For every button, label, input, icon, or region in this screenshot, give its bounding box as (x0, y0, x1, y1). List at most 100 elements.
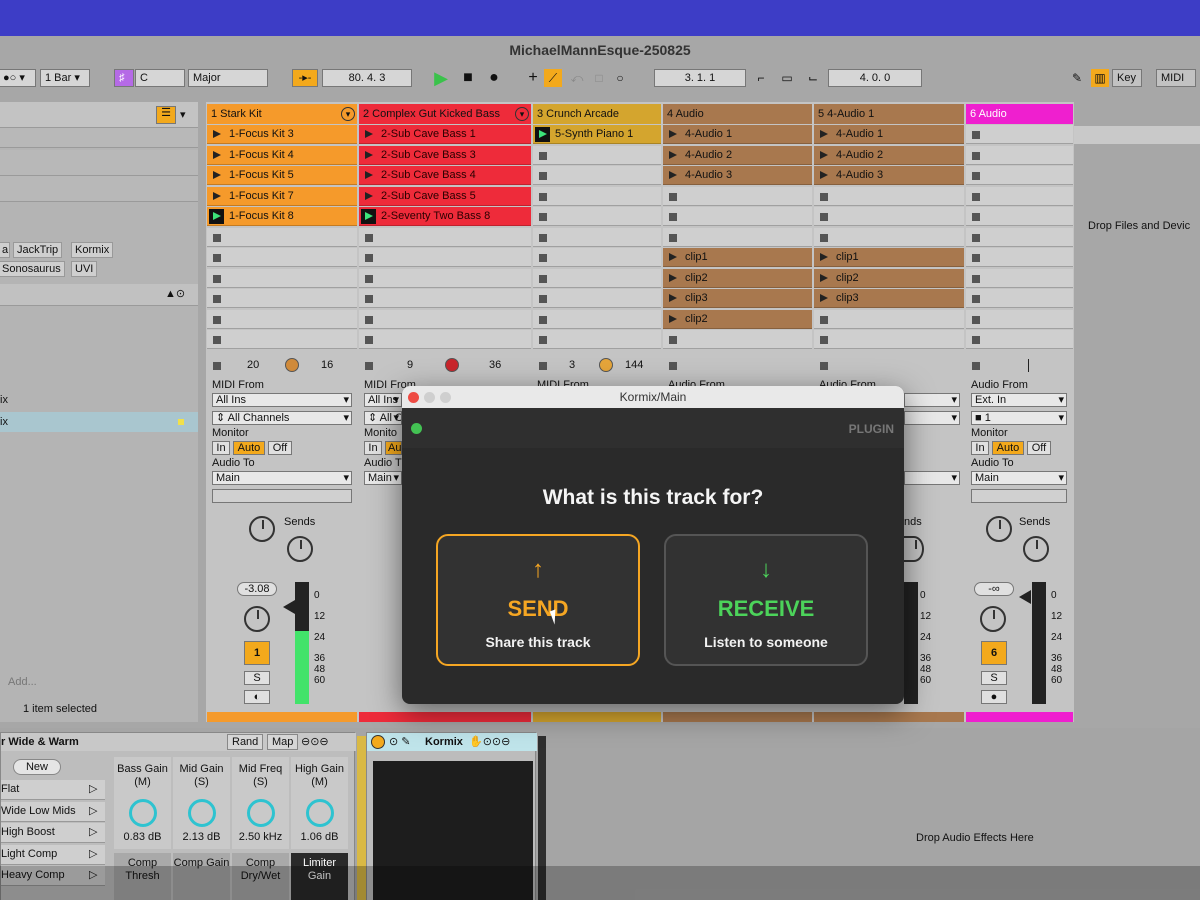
empty-clip-slot[interactable] (533, 248, 661, 267)
slot-stop-icon[interactable] (213, 274, 221, 283)
empty-clip-slot[interactable] (966, 166, 1073, 185)
slot-stop-icon[interactable] (365, 336, 373, 344)
clip-launch-icon[interactable] (669, 294, 677, 302)
monitor-auto-button[interactable]: Auto (233, 441, 265, 455)
add-placeholder[interactable]: Add... (8, 676, 37, 688)
send-b-knob[interactable] (904, 536, 924, 562)
empty-clip-slot[interactable] (966, 125, 1073, 144)
filter-icon[interactable]: ☰ (156, 106, 176, 124)
fader-handle[interactable] (283, 600, 295, 614)
tag-kormix[interactable]: Kormix (71, 242, 114, 258)
clip-launch-icon[interactable] (820, 150, 828, 159)
preset-play-icon[interactable]: ▷ (89, 825, 97, 838)
browser-row[interactable] (0, 150, 198, 176)
empty-clip-slot[interactable] (359, 248, 531, 267)
arrangement-position[interactable]: 80. 4. 3 (322, 69, 412, 87)
clip-slot[interactable]: 4-Audio 2 (663, 145, 812, 165)
slot-stop-icon[interactable] (820, 336, 828, 344)
clip-slot[interactable]: clip2 (814, 268, 964, 288)
preset-item[interactable]: Wide Low Mids ▷ (1, 801, 105, 822)
sort-icon[interactable]: ▲⊙ (165, 287, 185, 300)
empty-clip-slot[interactable] (663, 186, 812, 206)
tag-partial[interactable]: a (0, 242, 10, 258)
record-icon[interactable]: ● (485, 69, 503, 87)
empty-clip-slot[interactable] (966, 289, 1073, 308)
loop-length[interactable]: 4. 0. 0 (828, 69, 922, 87)
macro-control[interactable]: Mid Gain (S) 2.13 dB (173, 757, 230, 849)
stop-clips-icon[interactable] (365, 362, 373, 370)
slot-stop-icon[interactable] (365, 295, 373, 303)
tag-jacktrip[interactable]: JackTrip (13, 242, 63, 258)
clip-launch-icon[interactable] (213, 150, 221, 159)
slot-stop-icon[interactable] (539, 295, 547, 303)
slot-stop-icon[interactable] (972, 295, 980, 303)
stop-icon[interactable]: ■ (459, 69, 477, 87)
key-map-button[interactable]: Key (1112, 69, 1142, 87)
arm-button[interactable]: ● (981, 690, 1007, 704)
empty-clip-slot[interactable] (533, 145, 661, 165)
slot-stop-icon[interactable] (972, 172, 980, 180)
clip-slot[interactable]: clip3 (814, 289, 964, 308)
input-select[interactable]: All Ins (364, 393, 402, 407)
clip-launch-icon[interactable] (669, 273, 677, 282)
macro-knob[interactable] (305, 799, 334, 827)
clip-launch-icon[interactable] (669, 150, 677, 159)
empty-clip-slot[interactable] (533, 268, 661, 288)
preset-item[interactable]: Light Comp ▷ (1, 844, 105, 865)
channel-select[interactable]: ⇕ All C (364, 411, 402, 425)
empty-clip-slot[interactable] (966, 145, 1073, 165)
slot-stop-icon[interactable] (669, 336, 677, 344)
clip-slot[interactable]: clip1 (663, 248, 812, 267)
slot-stop-icon[interactable] (972, 336, 980, 344)
empty-clip-slot[interactable] (207, 227, 357, 247)
clip-slot[interactable]: clip2 (663, 268, 812, 288)
input-select[interactable]: Ext. In (971, 393, 1067, 407)
send-a-knob[interactable] (249, 516, 275, 542)
track-activator-button[interactable]: 6 (981, 641, 1007, 665)
slot-stop-icon[interactable] (820, 315, 828, 324)
close-icon[interactable] (408, 392, 419, 403)
track-menu-icon[interactable]: ▾ (515, 107, 529, 121)
empty-clip-slot[interactable] (207, 309, 357, 329)
slot-stop-icon[interactable] (539, 336, 547, 344)
slot-stop-icon[interactable] (972, 151, 980, 160)
empty-clip-slot[interactable] (207, 248, 357, 267)
track-header-5[interactable]: 5 4-Audio 1 (814, 104, 964, 124)
tag-uvi[interactable]: UVI (71, 261, 98, 277)
empty-clip-slot[interactable] (966, 268, 1073, 288)
stop-clips-icon[interactable] (972, 362, 980, 370)
send-button[interactable]: ↑ SEND Share this track (436, 534, 640, 666)
browser-row[interactable] (0, 176, 198, 202)
clip-slot[interactable]: 4-Audio 1 (663, 125, 812, 144)
map-button[interactable]: Map (267, 734, 299, 750)
clip-slot[interactable]: 1-Focus Kit 4 (207, 145, 357, 165)
clip-slot[interactable]: 4-Audio 1 (814, 125, 964, 144)
send-b-knob[interactable] (287, 536, 313, 562)
track-header-2[interactable]: 2 Complex Gut Kicked Bass ▾ (359, 104, 531, 124)
fader-handle[interactable] (1019, 590, 1031, 604)
empty-clip-slot[interactable] (966, 330, 1073, 349)
reenable-automation-icon[interactable]: ⤺ (568, 69, 586, 87)
monitor-off-button[interactable]: Off (268, 441, 292, 455)
slot-stop-icon[interactable] (820, 213, 828, 221)
track-header-3[interactable]: 3 Crunch Arcade (533, 104, 661, 124)
empty-clip-slot[interactable] (533, 330, 661, 349)
preset-play-icon[interactable]: ▷ (89, 847, 97, 860)
clip-playing-icon[interactable] (361, 209, 376, 224)
clip-launch-icon[interactable] (820, 253, 828, 261)
macro-control[interactable]: Bass Gain (M) 0.83 dB (114, 757, 171, 849)
slot-stop-icon[interactable] (972, 233, 980, 242)
empty-clip-slot[interactable] (533, 186, 661, 206)
slot-stop-icon[interactable] (972, 315, 980, 324)
output-select[interactable]: Main (971, 471, 1067, 485)
slot-stop-icon[interactable] (539, 315, 547, 324)
slot-stop-icon[interactable] (213, 295, 221, 303)
stop-clips-icon[interactable] (213, 362, 221, 370)
metronome-toggle[interactable]: ●○ ▾ (0, 69, 36, 87)
slot-stop-icon[interactable] (539, 254, 547, 262)
follow-button[interactable]: -▸- (292, 69, 318, 87)
slot-stop-icon[interactable] (972, 274, 980, 283)
clip-slot[interactable]: clip1 (814, 248, 964, 267)
clip-slot[interactable]: 4-Audio 3 (663, 166, 812, 185)
slot-stop-icon[interactable] (972, 192, 980, 201)
